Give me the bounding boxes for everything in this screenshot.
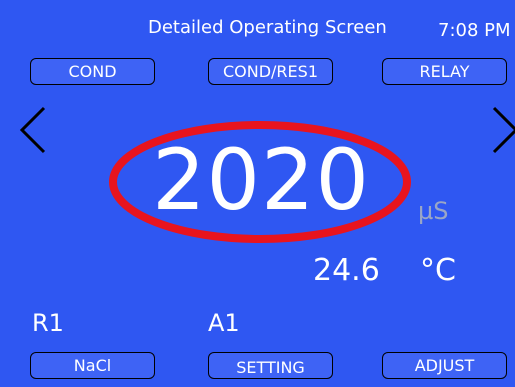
clock: 7:08 PM	[438, 20, 511, 41]
temperature-reading: 24.6	[313, 253, 380, 288]
setting-button[interactable]: SETTING	[208, 352, 333, 379]
nacl-button[interactable]: NaCl	[30, 352, 155, 379]
conductivity-unit: µS	[418, 197, 449, 225]
alarm-status-label: A1	[208, 309, 240, 337]
title-bar: Detailed Operating Screen 7:08 PM	[0, 0, 515, 52]
cond-res1-button[interactable]: COND/RES1	[208, 58, 333, 85]
cond-button[interactable]: COND	[30, 58, 155, 85]
chevron-right-icon[interactable]	[490, 106, 515, 154]
screen-title: Detailed Operating Screen	[148, 17, 387, 38]
relay-button[interactable]: RELAY	[382, 58, 507, 85]
operating-screen: Detailed Operating Screen 7:08 PM COND C…	[0, 0, 515, 387]
adjust-button[interactable]: ADJUST	[382, 352, 507, 379]
temperature-unit: °C	[420, 253, 456, 288]
chevron-left-icon[interactable]	[18, 106, 48, 154]
conductivity-reading: 2020	[152, 131, 370, 229]
relay-status-label: R1	[32, 309, 64, 337]
